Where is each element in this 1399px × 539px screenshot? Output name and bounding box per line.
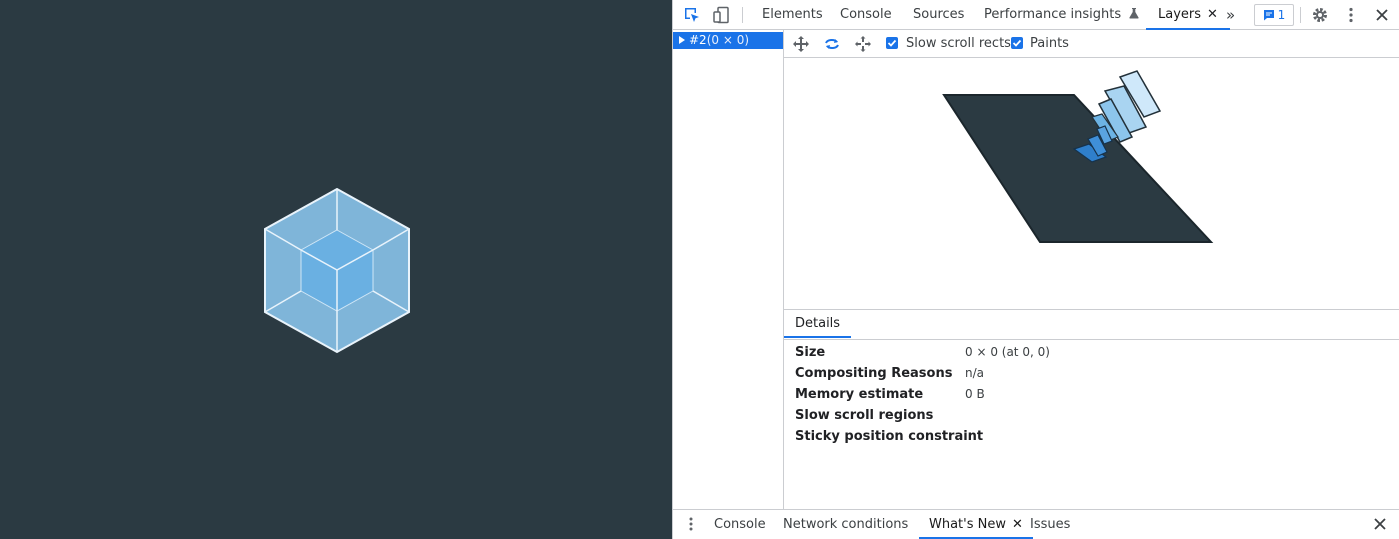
- issues-count: 1: [1277, 8, 1286, 22]
- tab-sources[interactable]: Sources: [913, 0, 964, 30]
- paints-label: Paints: [1030, 36, 1069, 51]
- layer-id: #2: [689, 33, 707, 47]
- tab-details[interactable]: Details: [784, 310, 852, 338]
- inspect-element-icon[interactable]: [682, 5, 702, 25]
- paints-checkbox[interactable]: [1011, 37, 1023, 49]
- root-layer-plane: [942, 94, 1214, 243]
- device-toolbar-icon[interactable]: [711, 5, 731, 25]
- webpack-logo-icon: [264, 188, 410, 354]
- details-value: 0 × 0 (at 0, 0): [965, 345, 1050, 359]
- details-row-sticky-position-constraint: Sticky position constraint: [795, 426, 984, 447]
- tab-performance-insights[interactable]: Performance insights: [984, 0, 1140, 30]
- layer-tree-item[interactable]: #2(0 × 0): [673, 32, 783, 49]
- pan-icon[interactable]: [792, 35, 810, 53]
- close-icon[interactable]: [1372, 5, 1392, 25]
- toolbar-divider: [1300, 7, 1301, 23]
- slow-scroll-rects-label: Slow scroll rects: [906, 36, 1011, 51]
- tab-layers[interactable]: Layers ✕: [1146, 0, 1230, 30]
- close-tab-icon[interactable]: ✕: [1207, 7, 1218, 22]
- layer-details-panel: Details Size 0 × 0 (at 0, 0) Compositing …: [784, 309, 1399, 509]
- close-drawer-icon[interactable]: [1373, 517, 1387, 531]
- details-key: Memory estimate: [795, 387, 924, 402]
- layers-3d-canvas[interactable]: [784, 59, 1399, 308]
- drawer-tab-whats-new[interactable]: What's New ✕: [919, 510, 1033, 539]
- more-tabs-button[interactable]: »: [1226, 0, 1235, 30]
- tab-label: Issues: [1030, 517, 1071, 532]
- details-row-compositing-reasons: Compositing Reasons n/a: [795, 363, 984, 384]
- details-key: Compositing Reasons: [795, 366, 953, 381]
- details-row-size: Size 0 × 0 (at 0, 0): [795, 342, 1050, 363]
- drawer-tab-issues[interactable]: Issues: [1030, 510, 1070, 539]
- tab-label: Console: [714, 517, 766, 532]
- tab-label: Network conditions: [783, 517, 909, 532]
- layers-3d-viewer: Slow scroll rects Paints: [784, 30, 1399, 309]
- divider: [784, 339, 1399, 340]
- tab-label: Performance insights: [984, 7, 1122, 22]
- tab-console[interactable]: Console: [840, 0, 892, 30]
- devtools-drawer-toolbar: Console Network conditions What's New ✕ I…: [673, 509, 1399, 539]
- devtools-main-toolbar: Elements Console Sources Performance ins…: [673, 0, 1399, 30]
- chevron-double-right-icon: »: [1226, 6, 1236, 24]
- tab-label: Details: [795, 316, 841, 331]
- devtools-panel: Elements Console Sources Performance ins…: [672, 0, 1399, 539]
- details-row-memory-estimate: Memory estimate 0 B: [795, 384, 985, 405]
- flask-icon: [1129, 8, 1139, 19]
- reset-view-icon[interactable]: [854, 35, 872, 53]
- layers-viewer-toolbar: Slow scroll rects Paints: [784, 30, 1399, 58]
- tab-elements[interactable]: Elements: [762, 0, 823, 30]
- gear-icon[interactable]: [1310, 5, 1330, 25]
- details-row-slow-scroll-regions: Slow scroll regions: [795, 405, 965, 426]
- details-key: Slow scroll regions: [795, 408, 934, 423]
- drawer-tab-console[interactable]: Console: [714, 510, 766, 539]
- details-value: n/a: [965, 366, 985, 380]
- layers-tree: #2(0 × 0): [673, 30, 784, 509]
- details-value: 0 B: [965, 387, 985, 401]
- toolbar-divider: [742, 7, 743, 23]
- drawer-tab-network-conditions[interactable]: Network conditions: [783, 510, 908, 539]
- rotate-icon[interactable]: [823, 35, 841, 53]
- tab-label: What's New: [929, 517, 1006, 532]
- issues-counter-button[interactable]: 1: [1254, 4, 1294, 26]
- kebab-menu-icon[interactable]: [1341, 5, 1361, 25]
- drawer-menu-icon[interactable]: [683, 516, 699, 532]
- close-tab-icon[interactable]: ✕: [1012, 517, 1023, 532]
- chat-icon: [1263, 10, 1274, 21]
- layer-size: (0 × 0): [706, 33, 750, 47]
- details-key: Sticky position constraint: [795, 429, 984, 444]
- tab-label: Console: [840, 7, 892, 22]
- tab-label: Layers: [1158, 7, 1202, 22]
- expand-arrow-icon[interactable]: [679, 36, 685, 44]
- tab-label: Elements: [762, 7, 823, 22]
- details-key: Size: [795, 345, 826, 360]
- webpage-viewport: [0, 0, 672, 539]
- tab-label: Sources: [913, 7, 965, 22]
- slow-scroll-rects-checkbox[interactable]: [886, 37, 898, 49]
